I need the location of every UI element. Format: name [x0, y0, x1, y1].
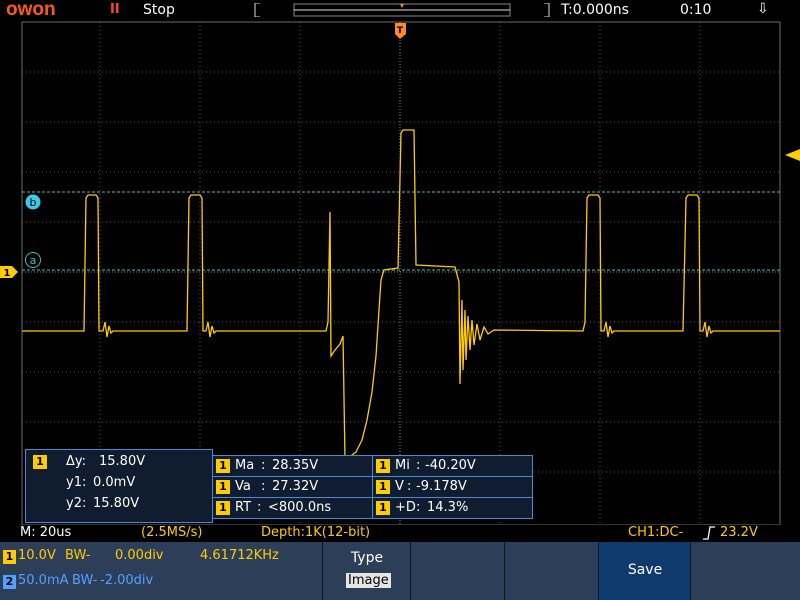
ch1-volts-per-div: 10.0V — [18, 548, 56, 563]
ch2-units-per-div: 50.0mA — [18, 573, 69, 588]
svg-text:a: a — [30, 254, 37, 267]
cursor-b-marker[interactable]: b — [25, 194, 41, 210]
blank-softkey-4[interactable] — [504, 542, 599, 600]
ch1-ground-marker[interactable]: 1 — [0, 266, 18, 279]
svg-text:1: 1 — [4, 268, 11, 279]
measurement-value: -40.20V — [425, 458, 476, 473]
measurement-cell: 1 Va : 27.32V — [212, 476, 373, 498]
measurement-value: <800.0ns — [268, 500, 332, 515]
trigger-level-marker — [785, 149, 800, 161]
rising-edge-icon — [703, 526, 715, 540]
cursor-a-marker[interactable]: a — [25, 252, 41, 268]
channel-badge: 1 — [376, 459, 390, 473]
measurement-value: -9.178V — [416, 479, 467, 494]
channel-badge: 1 — [376, 501, 390, 515]
measurement-cell: 1 RT : <800.0ns — [212, 497, 373, 519]
channel-badge: 1 — [216, 480, 230, 494]
delta-y-value: 15.80V — [99, 454, 146, 469]
cursor-measurement-panel: 1 Δy: 15.80V y1: 0.0mV y2: 15.80V — [25, 449, 213, 523]
save-button-label: Save — [627, 562, 663, 578]
measurement-label: V — [395, 479, 404, 494]
blank-softkey-6[interactable] — [690, 542, 800, 600]
measurement-label: Ma — [235, 458, 255, 473]
measurement-value: 27.32V — [272, 479, 319, 494]
blank-softkey-3[interactable] — [410, 542, 505, 600]
ch2-badge: 2 — [3, 575, 16, 589]
type-softkey[interactable]: Type Image — [322, 542, 411, 600]
measurement-value: 14.3% — [427, 500, 469, 515]
trigger-source[interactable]: CH1:DC- — [628, 525, 683, 540]
ch1-badge: 1 — [3, 550, 16, 564]
ch1-frequency: 4.61712KHz — [200, 548, 279, 563]
y1-label: y1: — [66, 475, 87, 490]
type-softkey-value: Image — [346, 573, 391, 588]
channel-badge: 1 — [216, 459, 230, 473]
ch1-offset: 0.00div — [115, 548, 164, 563]
channel-badge: 1 — [216, 501, 230, 515]
trigger-level: 23.2V — [720, 525, 758, 540]
y2-value: 15.80V — [93, 496, 140, 511]
measurement-label: Va — [235, 479, 251, 494]
waveform-display[interactable]: b a T 1 — [0, 0, 800, 525]
acquisition-status-line: M: 20us (2.5MS/s) Depth:1K(12-bit) CH1:D… — [0, 525, 800, 542]
measurement-cell: 1 +D : 14.3% — [372, 497, 533, 519]
measurement-value: 28.35V — [272, 458, 319, 473]
y2-label: y2: — [66, 496, 87, 511]
svg-text:T: T — [397, 26, 404, 36]
timebase[interactable]: M: 20us — [20, 525, 71, 540]
channel-badge: 1 — [376, 480, 390, 494]
sample-rate: (2.5MS/s) — [141, 525, 203, 540]
measurement-label: +D — [395, 500, 416, 515]
measurement-cell: 1 Ma : 28.35V — [212, 455, 373, 477]
measurement-label: Mi — [395, 458, 410, 473]
measurement-label: RT — [235, 500, 252, 515]
measurement-cell: 1 Mi : -40.20V — [372, 455, 533, 477]
measurement-cell: 1 V : -9.178V — [372, 476, 533, 498]
svg-text:b: b — [30, 196, 37, 209]
ch1-settings-row[interactable]: 1 10.0V BW- 0.00div 4.61712KHz — [0, 547, 322, 567]
y1-value: 0.0mV — [93, 475, 136, 490]
save-button[interactable]: Save — [598, 542, 691, 600]
record-depth[interactable]: Depth:1K(12-bit) — [261, 525, 370, 540]
delta-y-label: Δy: — [66, 454, 87, 469]
ch2-settings-row[interactable]: 2 50.0mA BW- -2.00div — [0, 572, 322, 592]
channel-badge: 1 — [33, 455, 47, 469]
ch1-waveform — [22, 129, 780, 462]
ch2-offset: -2.00div — [100, 573, 154, 588]
ch1-bandwidth: BW- — [65, 548, 91, 563]
ch2-bandwidth: BW- — [72, 573, 98, 588]
trigger-position-marker[interactable]: T — [395, 23, 406, 39]
type-softkey-title: Type — [350, 550, 384, 566]
